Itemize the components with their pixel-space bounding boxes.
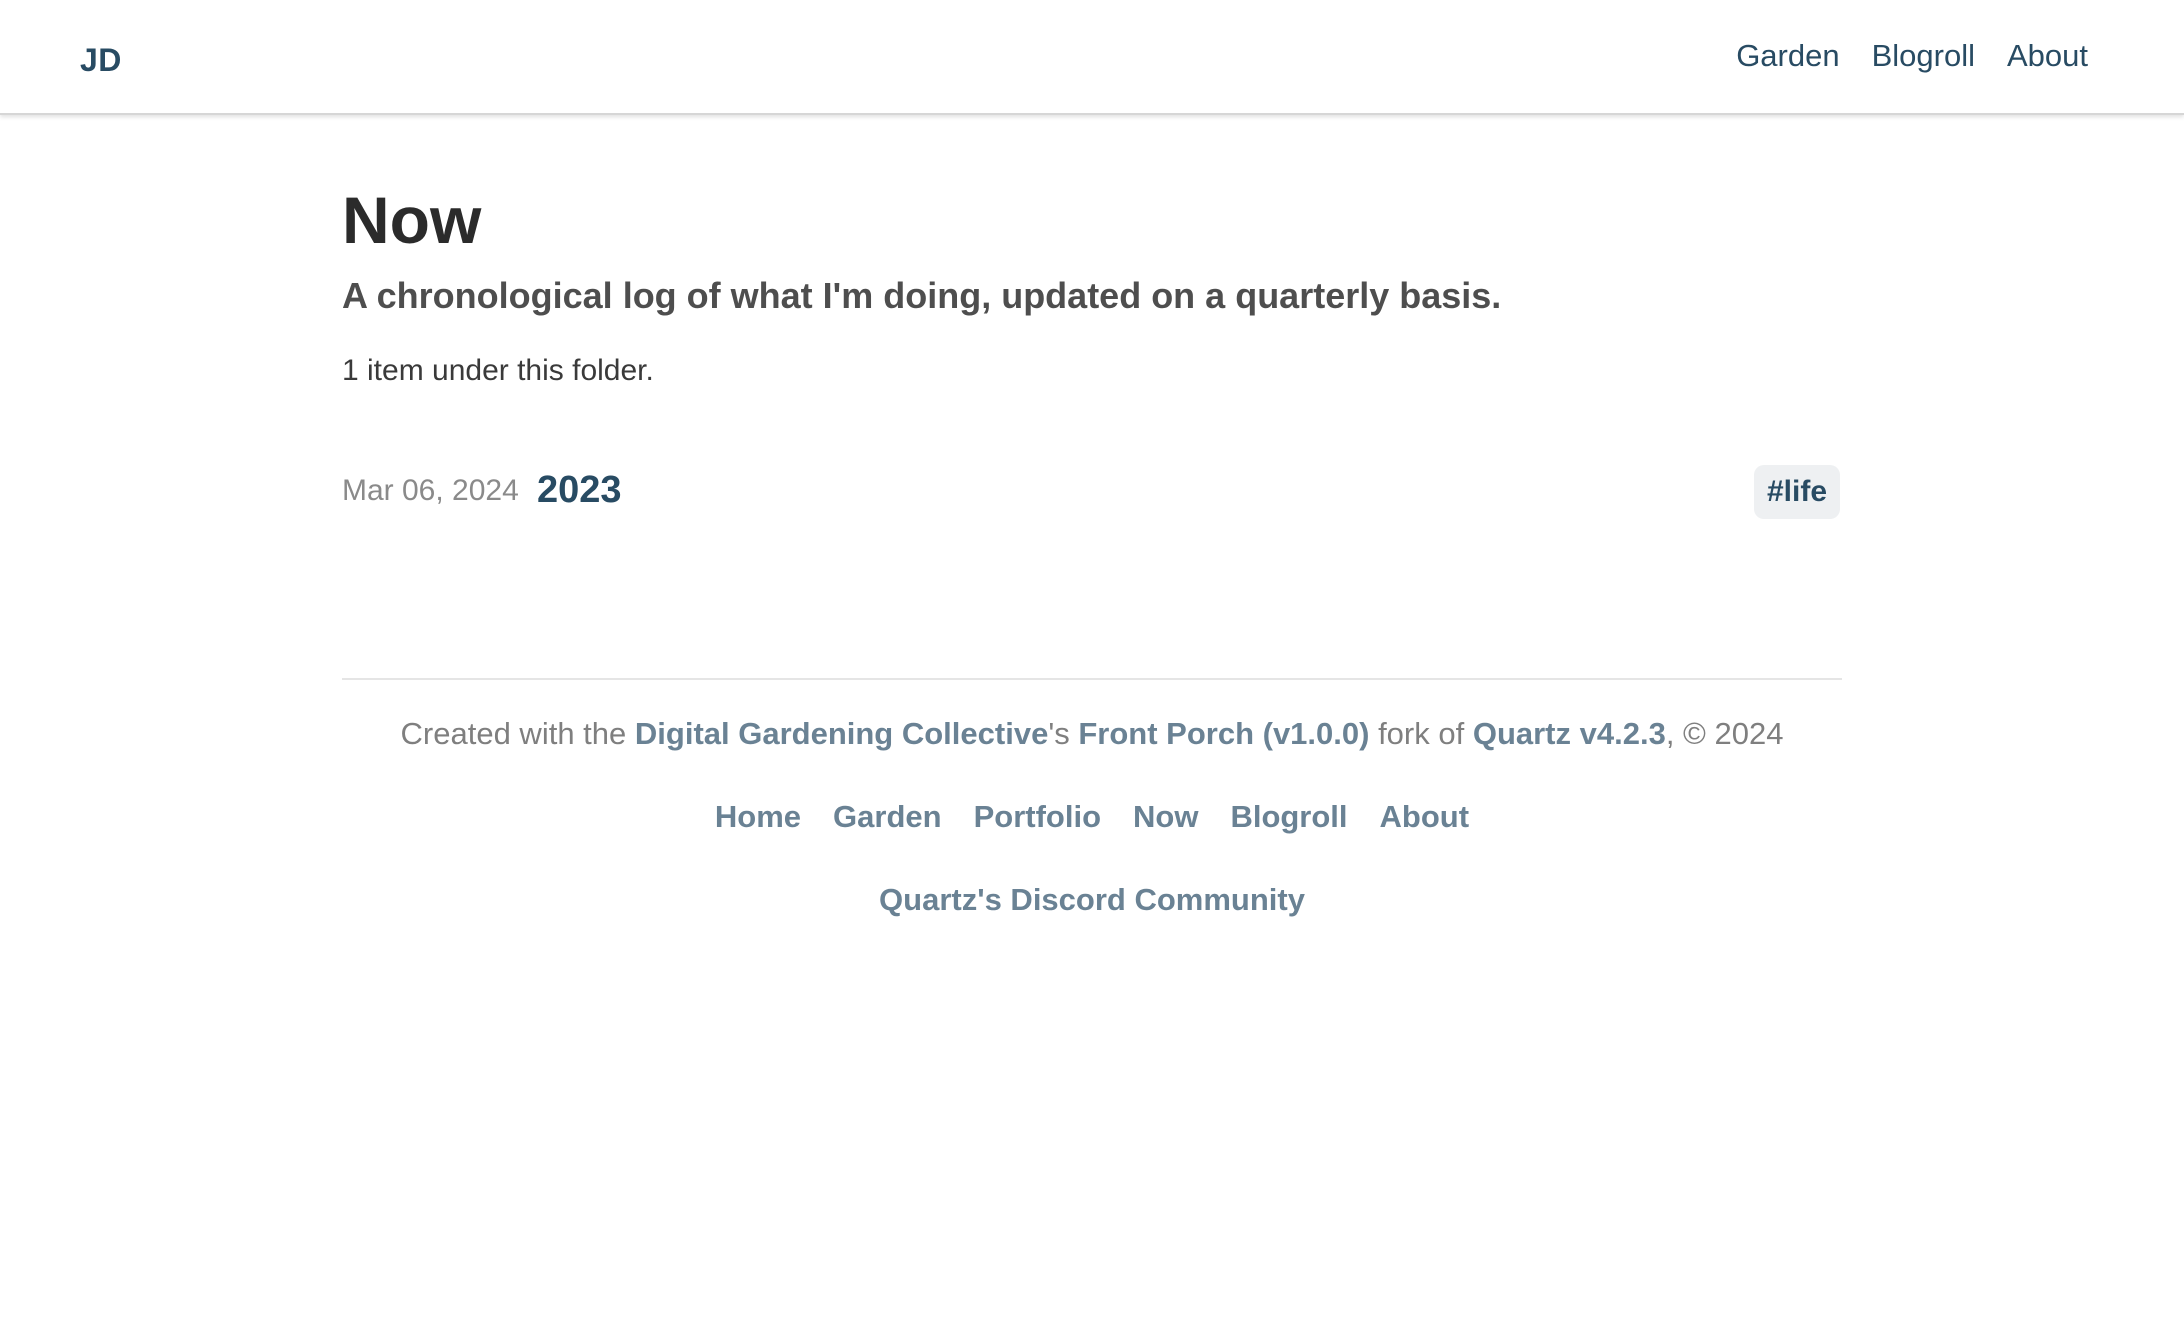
discord-community-link[interactable]: Quartz's Discord Community (879, 882, 1305, 917)
footer-link-garden[interactable]: Garden (833, 799, 942, 835)
credit-suffix: , © 2024 (1665, 716, 1784, 751)
footer-extra: Quartz's Discord Community (0, 882, 2184, 918)
top-nav: Garden Blogroll About (1736, 38, 2088, 74)
credit-between-2: fork of (1369, 716, 1473, 751)
article-content: Now A chronological log of what I'm doin… (342, 180, 1842, 390)
footer-link-home[interactable]: Home (715, 799, 801, 835)
digital-gardening-collective-link[interactable]: Digital Gardening Collective (635, 716, 1048, 751)
footer-link-blogroll[interactable]: Blogroll (1230, 799, 1347, 835)
list-item: Mar 06, 2024 2023 #life (342, 465, 1840, 519)
item-date: Mar 06, 2024 (342, 474, 519, 507)
page-title: Now (342, 183, 482, 257)
footer-credit: Created with the Digital Gardening Colle… (0, 716, 2184, 752)
site-logo-link[interactable]: JD (80, 42, 122, 79)
footer-divider (342, 678, 1842, 680)
nav-link-about[interactable]: About (2007, 38, 2088, 74)
nav-link-garden[interactable]: Garden (1736, 38, 1839, 74)
folder-item-count: 1 item under this folder. (342, 354, 654, 387)
credit-between-1: 's (1048, 716, 1079, 751)
footer-link-about[interactable]: About (1380, 799, 1470, 835)
quartz-link[interactable]: Quartz v4.2.3 (1473, 716, 1666, 751)
front-porch-link[interactable]: Front Porch (v1.0.0) (1078, 716, 1369, 751)
page-subtitle: A chronological log of what I'm doing, u… (342, 275, 1502, 316)
footer-link-portfolio[interactable]: Portfolio (974, 799, 1101, 835)
credit-prefix: Created with the (400, 716, 635, 751)
tag-life-link[interactable]: #life (1753, 465, 1840, 519)
nav-link-blogroll[interactable]: Blogroll (1872, 38, 1975, 74)
item-title-link[interactable]: 2023 (537, 469, 622, 512)
footer-link-now[interactable]: Now (1133, 799, 1198, 835)
footer-nav: Home Garden Portfolio Now Blogroll About (0, 799, 2184, 835)
site-header: JD Garden Blogroll About (0, 0, 2184, 115)
